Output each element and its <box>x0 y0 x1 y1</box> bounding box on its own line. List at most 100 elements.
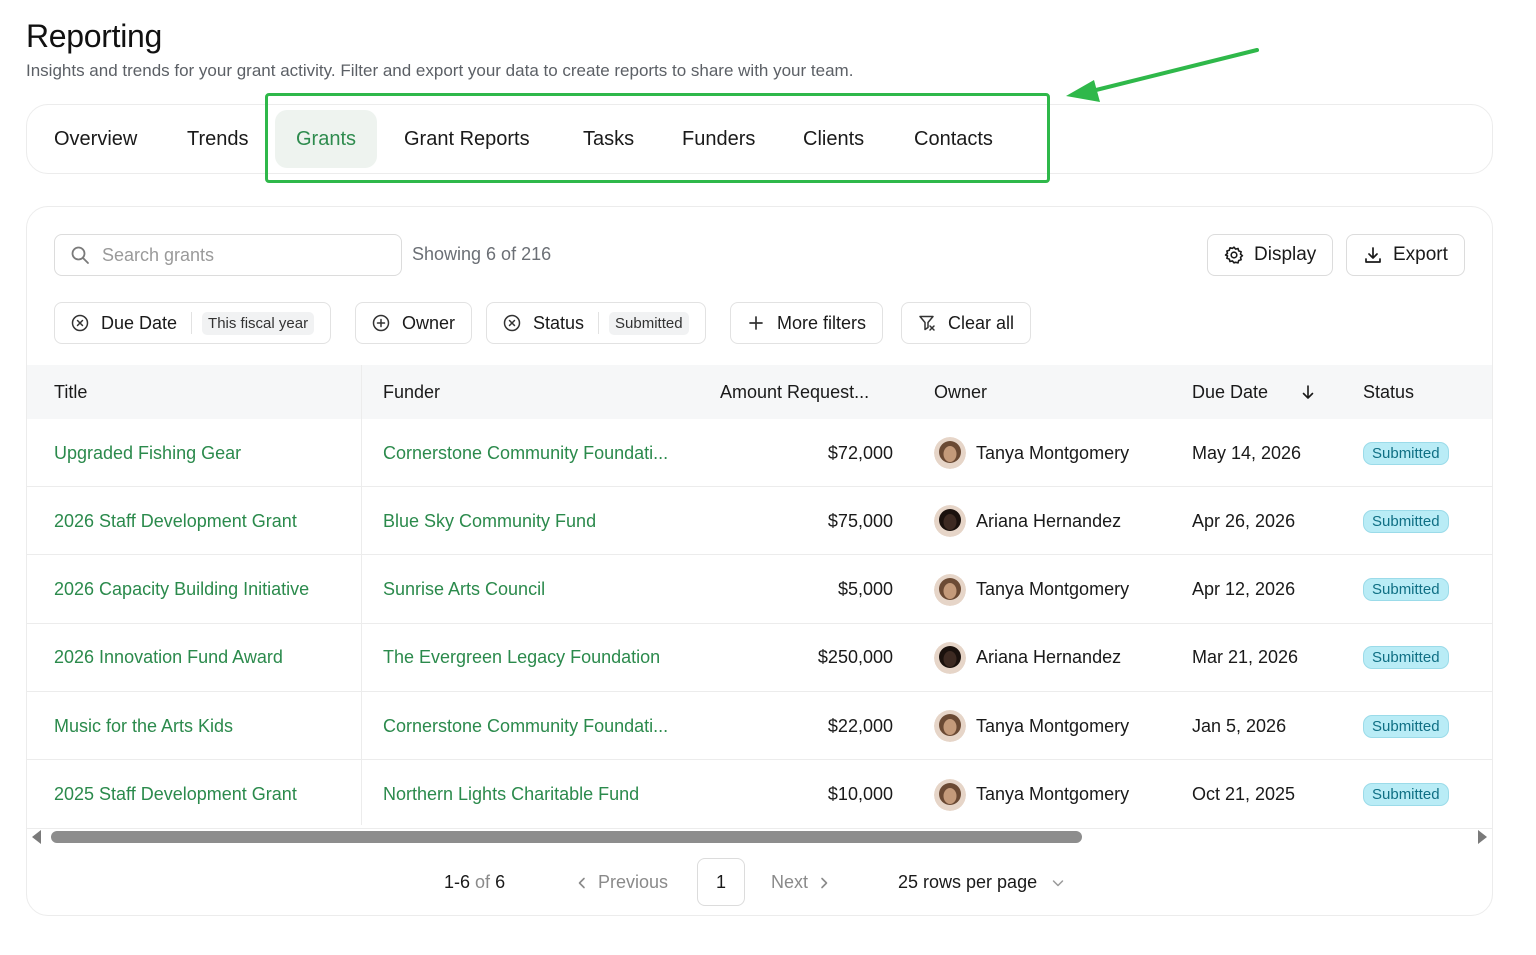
funder-link[interactable]: Cornerstone Community Foundati... <box>383 419 668 487</box>
due-date: Mar 21, 2026 <box>1192 647 1299 668</box>
gear-icon <box>1224 246 1244 264</box>
sort-descending-icon[interactable] <box>1300 384 1316 400</box>
table-row[interactable]: Upgraded Fishing Gear Cornerstone Communi… <box>27 419 1492 487</box>
more-filters-button[interactable]: More filters <box>730 302 884 344</box>
owner-name: Tanya Montgomery <box>976 579 1130 600</box>
due-date: Apr 26, 2026 <box>1192 510 1296 531</box>
chevron-right-icon <box>821 877 828 888</box>
remove-filter-icon[interactable] <box>71 314 89 332</box>
grant-title-link[interactable]: 2025 Staff Development Grant <box>54 761 297 829</box>
display-button-label: Display <box>1254 244 1317 265</box>
due-date: May 14, 2026 <box>1192 442 1302 463</box>
previous-page-label: Previous <box>598 872 669 892</box>
tab-overview[interactable]: Overview <box>33 110 158 168</box>
owner-cell: Tanya Montgomery <box>934 556 1129 624</box>
column-header-owner[interactable]: Owner <box>934 365 987 419</box>
column-header-title[interactable]: Title <box>54 365 87 419</box>
table-row[interactable]: 2026 Capacity Building Initiative Sunrise… <box>27 556 1492 624</box>
table-row[interactable]: 2026 Staff Development Grant Blue Sky Com… <box>27 487 1492 556</box>
display-button[interactable]: Display <box>1207 234 1334 276</box>
due-date: Apr 12, 2026 <box>1192 579 1296 600</box>
column-header-due-date-label: Due Date <box>1192 381 1269 402</box>
status-cell: Submitted <box>1363 761 1449 829</box>
column-header-amount[interactable]: Amount Request... <box>720 365 869 419</box>
page-number-button[interactable]: 1 <box>697 858 745 906</box>
chevron-left-icon <box>578 877 585 888</box>
funder-link[interactable]: Sunrise Arts Council <box>383 556 545 624</box>
filter-status[interactable]: Status Submitted <box>486 302 706 344</box>
tab-grant-reports[interactable]: Grant Reports <box>383 110 551 168</box>
search-field[interactable] <box>54 234 402 276</box>
status-badge: Submitted <box>1363 783 1449 806</box>
amount-requested: $250,000 <box>817 647 893 668</box>
status-badge: Submitted <box>1363 441 1449 465</box>
chip-divider <box>191 312 193 334</box>
scroll-left-arrow-icon[interactable] <box>32 830 41 844</box>
search-input[interactable] <box>102 244 382 266</box>
filter-due-date[interactable]: Due Date This fiscal year <box>54 302 332 344</box>
tab-grants[interactable]: Grants <box>275 110 378 168</box>
status-badge: Submitted <box>1363 714 1449 738</box>
grants-table-card: Showing 6 of 216 Display Export Due Date… <box>26 206 1493 916</box>
owner-name: Ariana Hernandez <box>976 510 1122 531</box>
funder-link[interactable]: Blue Sky Community Fund <box>383 487 596 555</box>
owner-cell: Tanya Montgomery <box>934 761 1129 829</box>
avatar <box>934 710 966 743</box>
avatar <box>934 641 966 674</box>
filter-status-value: Submitted <box>609 311 689 335</box>
tab-trends[interactable]: Trends <box>166 110 270 168</box>
chip-divider <box>598 312 600 334</box>
funder-link[interactable]: Cornerstone Community Foundati... <box>383 692 668 760</box>
amount-requested: $10,000 <box>827 784 893 804</box>
tab-clients[interactable]: Clients <box>782 110 885 168</box>
scroll-right-arrow-icon[interactable] <box>1478 830 1487 844</box>
tab-tasks[interactable]: Tasks <box>562 110 655 168</box>
previous-page-button[interactable]: Previous <box>575 872 668 893</box>
rows-per-page-select[interactable]: 25 rows per page <box>898 872 1065 893</box>
owner-cell: Tanya Montgomery <box>934 692 1129 760</box>
due-date: Oct 21, 2025 <box>1192 784 1296 804</box>
clear-filter-icon <box>919 315 935 331</box>
table-row[interactable]: 2025 Staff Development Grant Northern Lig… <box>27 761 1492 829</box>
pagination-range: 1-6 of 6 <box>444 872 505 893</box>
column-header-status[interactable]: Status <box>1363 365 1414 419</box>
remove-filter-icon[interactable] <box>503 314 521 332</box>
grant-title-link[interactable]: 2026 Capacity Building Initiative <box>54 556 309 624</box>
avatar <box>934 573 966 606</box>
table-row[interactable]: Music for the Arts Kids Cornerstone Commu… <box>27 692 1492 761</box>
grant-title-link[interactable]: Music for the Arts Kids <box>54 692 233 760</box>
filter-owner-label: Owner <box>402 312 456 333</box>
owner-name: Tanya Montgomery <box>976 784 1130 804</box>
column-header-due-date[interactable]: Due Date <box>1192 365 1316 419</box>
status-cell: Submitted <box>1363 487 1449 555</box>
pagination-total: 6 <box>495 872 506 892</box>
export-button-label: Export <box>1393 244 1448 265</box>
status-cell: Submitted <box>1363 692 1449 760</box>
more-filters-label: More filters <box>777 312 867 333</box>
table-row[interactable]: 2026 Innovation Fund Award The Evergreen … <box>27 624 1492 692</box>
clear-all-button[interactable]: Clear all <box>901 302 1032 344</box>
next-page-button[interactable]: Next <box>771 872 831 893</box>
filter-owner[interactable]: Owner <box>355 302 473 344</box>
funder-link[interactable]: Northern Lights Charitable Fund <box>383 761 639 829</box>
amount-requested: $72,000 <box>827 442 893 463</box>
grant-title-link[interactable]: Upgraded Fishing Gear <box>54 419 241 487</box>
status-badge: Submitted <box>1363 578 1449 602</box>
grant-title-link[interactable]: 2026 Innovation Fund Award <box>54 624 283 692</box>
page-title: Reporting <box>26 18 163 54</box>
column-header-funder[interactable]: Funder <box>383 365 440 419</box>
tab-funders[interactable]: Funders <box>661 110 776 168</box>
status-cell: Submitted <box>1363 624 1449 692</box>
amount-requested: $22,000 <box>827 715 893 736</box>
export-button[interactable]: Export <box>1346 234 1465 276</box>
avatar <box>934 437 966 469</box>
result-count: Showing 6 of 216 <box>412 244 552 264</box>
status-badge: Submitted <box>1363 646 1449 670</box>
tab-contacts[interactable]: Contacts <box>893 110 1014 168</box>
amount-requested: $5,000 <box>837 579 893 600</box>
funder-link[interactable]: The Evergreen Legacy Foundation <box>383 624 660 692</box>
grant-title-link[interactable]: 2026 Staff Development Grant <box>54 487 297 555</box>
scrollbar-thumb[interactable] <box>51 831 1082 843</box>
owner-name: Ariana Hernandez <box>976 647 1122 668</box>
annotation-arrow-icon <box>1066 48 1259 102</box>
